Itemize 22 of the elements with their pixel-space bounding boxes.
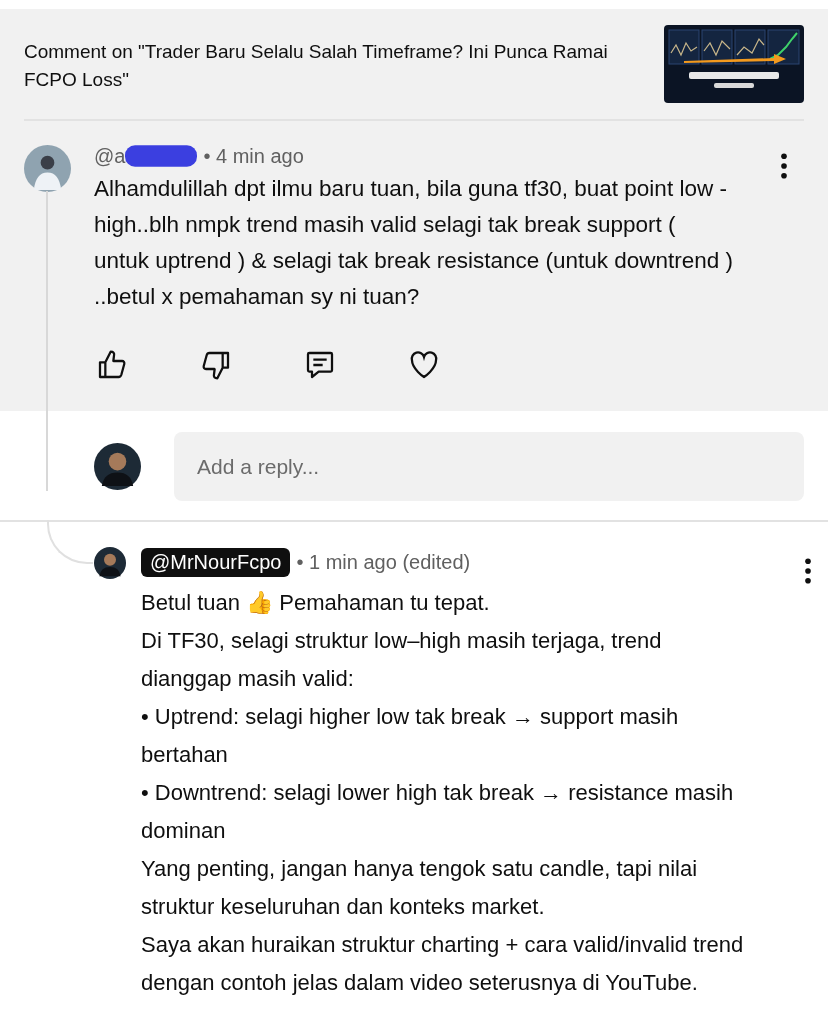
avatar[interactable]: [24, 145, 71, 192]
reply-text: Saya akan huraikan struktur charting + cara valid/invalid trend dengan contoh jelas dalam video seterusnya di YouTube.: [141, 931, 745, 997]
reply-text: • Uptrend: selagi higher low tak break → support masih bertahan: [141, 703, 680, 769]
heart-icon[interactable]: [408, 349, 440, 381]
reply-icon[interactable]: [304, 349, 336, 381]
timestamp: • 1 min ago (edited): [296, 550, 471, 574]
reply-text: Di TF30, selagi struktur low–high masih terjaga, trend dianggap masih valid:: [141, 627, 663, 693]
more-icon[interactable]: [780, 153, 788, 179]
like-icon[interactable]: [96, 349, 128, 381]
timestamp: • 4 min ago: [203, 144, 304, 168]
username[interactable]: @a: [94, 144, 126, 168]
dislike-icon[interactable]: [200, 349, 232, 381]
comment-text: Alhamdulillah dpt ilmu baru tuan, bila guna tf30, buat point low - high..blh nmpk trend masih valid selagi tak break support ( untuk uptrend ) & selagi tak break resistance (untuk downtrend ) ..betul x pemahaman sy ni tuan?: [94, 175, 734, 311]
username[interactable]: @MrNourFcpo: [141, 547, 291, 577]
avatar[interactable]: [94, 443, 141, 490]
reply-text: Yang penting, jangan hanya tengok satu candle, tapi nilai struktur keseluruhan dan konteks market.: [141, 855, 699, 921]
reply-text: Betul tuan 👍 Pemahaman tu tepat.: [141, 589, 491, 617]
reply-input[interactable]: Add a reply...: [174, 432, 804, 501]
more-icon[interactable]: [804, 558, 812, 584]
reply-text: • Downtrend: selagi lower high tak break → resistance masih dominan: [141, 779, 735, 845]
video-title: Comment on "Trader Baru Selalu Salah Timeframe? Ini Punca Ramai FCPO Loss": [24, 40, 609, 92]
avatar[interactable]: [94, 547, 126, 579]
